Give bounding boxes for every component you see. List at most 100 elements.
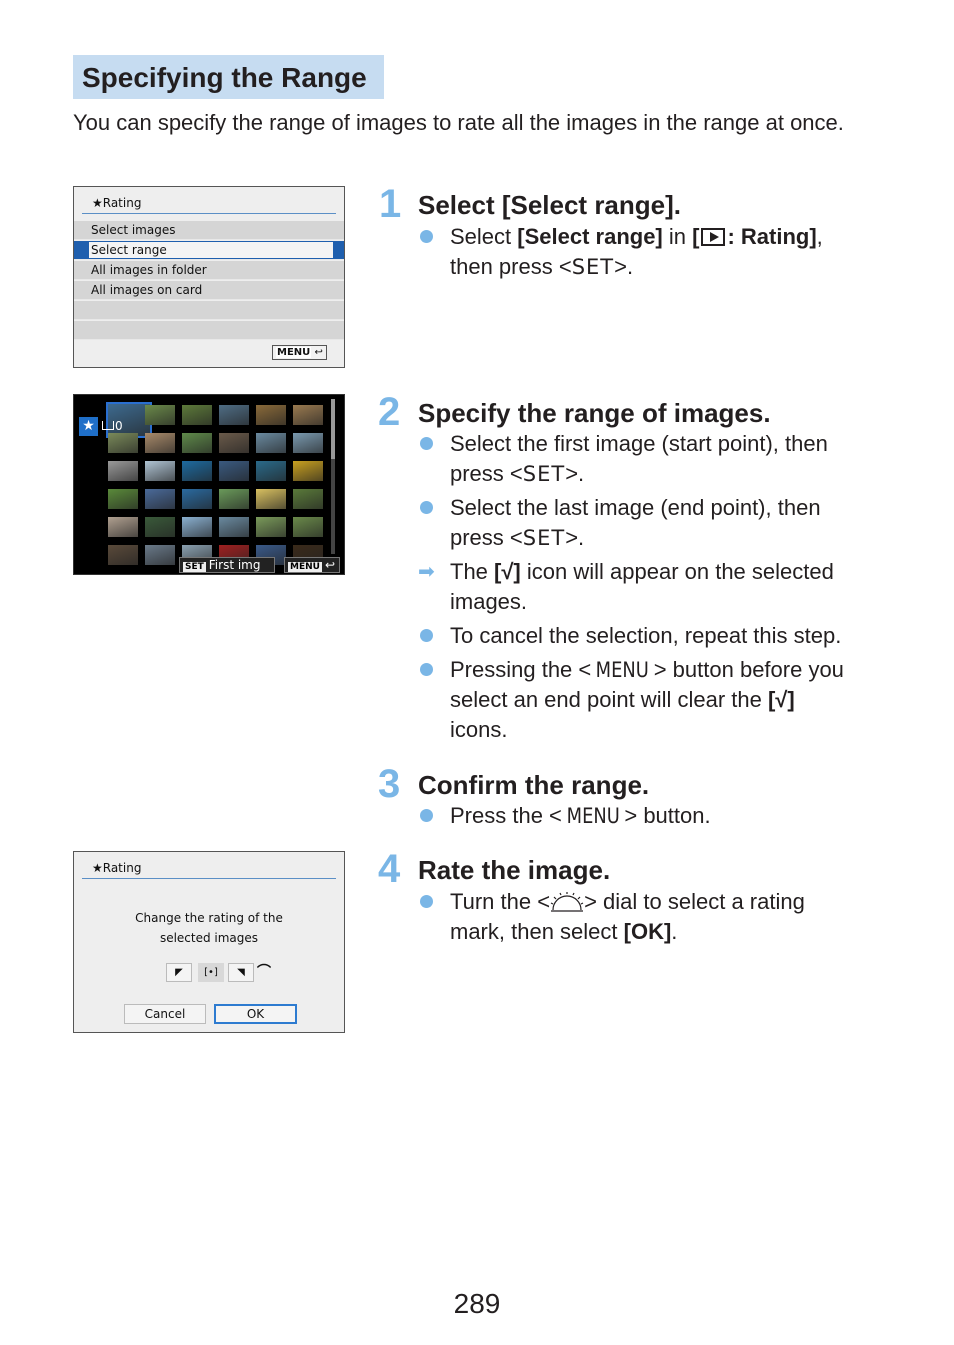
menu-back-button[interactable]: MENU ↩ bbox=[272, 345, 327, 360]
thumbnail-image[interactable] bbox=[182, 433, 212, 453]
thumbnail-image[interactable] bbox=[219, 433, 249, 453]
thumbnail-image[interactable] bbox=[145, 405, 175, 425]
text: icon will appear on the selected bbox=[520, 559, 834, 584]
step-title: Specify the range of images. bbox=[418, 398, 771, 428]
thumbnail-image[interactable] bbox=[182, 461, 212, 481]
result-arrow-icon: ➡ bbox=[418, 561, 435, 583]
thumbnail-image[interactable] bbox=[219, 461, 249, 481]
menu-back-button[interactable]: MENU ↩ bbox=[284, 557, 340, 573]
bullet-icon bbox=[420, 629, 433, 642]
text: icons. bbox=[450, 717, 508, 742]
thumbnail-image[interactable] bbox=[256, 461, 286, 481]
thumbnail-image[interactable] bbox=[182, 517, 212, 537]
thumbnail-image[interactable] bbox=[293, 405, 323, 425]
dialog-message: Change the rating of the selected images bbox=[74, 908, 344, 948]
thumbnail-image[interactable] bbox=[108, 433, 138, 453]
rating-menu-screenshot: ★Rating Select images Select range All i… bbox=[73, 186, 345, 368]
bullet-icon bbox=[420, 809, 433, 822]
step-number: 2 bbox=[378, 390, 401, 434]
step-number: 1 bbox=[379, 182, 402, 226]
screen-title: ★Rating bbox=[82, 859, 336, 879]
bullet-icon bbox=[420, 437, 433, 450]
thumbnail-image[interactable] bbox=[219, 405, 249, 425]
thumbnail-image[interactable] bbox=[293, 461, 323, 481]
menu-item-label: Select range bbox=[89, 242, 333, 258]
thumbnail-image[interactable] bbox=[293, 433, 323, 453]
bullet-icon bbox=[420, 895, 433, 908]
step-instruction: To cancel the selection, repeat this ste… bbox=[450, 623, 842, 648]
thumbnail-image[interactable] bbox=[145, 545, 175, 565]
thumbnail-image[interactable] bbox=[219, 489, 249, 509]
text: Press the < bbox=[450, 803, 562, 828]
message-line: selected images bbox=[159, 931, 259, 945]
text: , bbox=[816, 224, 823, 249]
text: > dial to select a rating bbox=[584, 889, 805, 914]
menu-item-all-images-on-card[interactable]: All images on card bbox=[74, 281, 344, 300]
thumbnail-image[interactable] bbox=[256, 517, 286, 537]
text: >. bbox=[565, 461, 585, 486]
rating-value-display: [•] bbox=[198, 963, 224, 982]
checkmark-icon: [√] bbox=[767, 687, 795, 712]
back-icon: ↩ bbox=[324, 558, 336, 572]
text: Select the last image (end point), then bbox=[450, 495, 821, 520]
thumbnail-image[interactable] bbox=[256, 433, 286, 453]
text: > button. bbox=[624, 803, 711, 828]
thumbnail-image[interactable] bbox=[256, 405, 286, 425]
scrollbar-thumb[interactable] bbox=[331, 399, 335, 459]
cancel-button[interactable]: Cancel bbox=[124, 1004, 206, 1024]
step-number: 3 bbox=[378, 762, 401, 806]
menu-row-empty bbox=[74, 301, 344, 320]
text: Select bbox=[450, 224, 518, 249]
thumbnail-image[interactable] bbox=[182, 405, 212, 425]
text: Pressing the < bbox=[450, 657, 592, 682]
bullet-icon bbox=[420, 501, 433, 514]
menu-key-label: MENU bbox=[276, 347, 312, 358]
dial-icon: ⌒ bbox=[257, 964, 271, 980]
thumbnail-image[interactable] bbox=[108, 489, 138, 509]
step-instruction: Select [Select range] in [: Rating], the… bbox=[450, 222, 880, 282]
bullet-icon bbox=[420, 663, 433, 676]
thumbnail-image[interactable] bbox=[145, 517, 175, 537]
thumbnail-image[interactable] bbox=[145, 489, 175, 509]
menu-row-empty bbox=[74, 321, 344, 340]
star-icon: ★ bbox=[79, 417, 98, 436]
ok-button[interactable]: OK bbox=[214, 1004, 297, 1024]
image-count-icon bbox=[102, 421, 114, 430]
text: The bbox=[450, 559, 495, 584]
menu-button-icon: MENU bbox=[566, 804, 620, 828]
thumbnail-image[interactable] bbox=[293, 489, 323, 509]
message-line: Change the rating of the bbox=[135, 911, 283, 925]
text: images. bbox=[450, 589, 528, 614]
count-value: 0 bbox=[115, 419, 123, 433]
thumbnail-image[interactable] bbox=[108, 545, 138, 565]
menu-item-select-range[interactable]: Select range bbox=[74, 241, 344, 260]
image-index-screenshot: ★ 0 SET First img MENU ↩ bbox=[73, 394, 345, 575]
menu-item-all-images-in-folder[interactable]: All images in folder bbox=[74, 261, 344, 280]
step-instruction: Turn the < > dial to select a rating mark… bbox=[450, 887, 890, 947]
bullet-icon bbox=[420, 230, 433, 243]
menu-item-select-images[interactable]: Select images bbox=[74, 221, 344, 240]
text: >. bbox=[614, 254, 634, 279]
thumbnail-image[interactable] bbox=[145, 461, 175, 481]
thumbnail-image[interactable] bbox=[145, 433, 175, 453]
thumbnail-image[interactable] bbox=[219, 517, 249, 537]
thumbnail-image[interactable] bbox=[293, 517, 323, 537]
rating-down-button[interactable]: ◤ bbox=[166, 963, 192, 982]
rating-up-button[interactable]: ◥ bbox=[228, 963, 254, 982]
text: in bbox=[662, 224, 693, 249]
thumbnail-image[interactable] bbox=[108, 461, 138, 481]
step-instruction: Select the last image (end point), then … bbox=[450, 493, 890, 553]
menu-key-label: MENU bbox=[288, 562, 322, 572]
text: . bbox=[671, 919, 678, 944]
thumbnail-image[interactable] bbox=[256, 489, 286, 509]
bracket: [ bbox=[692, 224, 700, 249]
thumbnail-image[interactable] bbox=[182, 489, 212, 509]
selected-count: 0 bbox=[102, 417, 123, 435]
text: then press < bbox=[450, 254, 572, 279]
thumbnail-image[interactable] bbox=[108, 517, 138, 537]
hint-text: First img bbox=[208, 558, 261, 572]
intro-text: You can specify the range of images to r… bbox=[73, 110, 844, 135]
set-first-img-hint: SET First img bbox=[179, 557, 275, 573]
main-dial-icon bbox=[550, 890, 584, 912]
scrollbar[interactable] bbox=[331, 399, 335, 554]
